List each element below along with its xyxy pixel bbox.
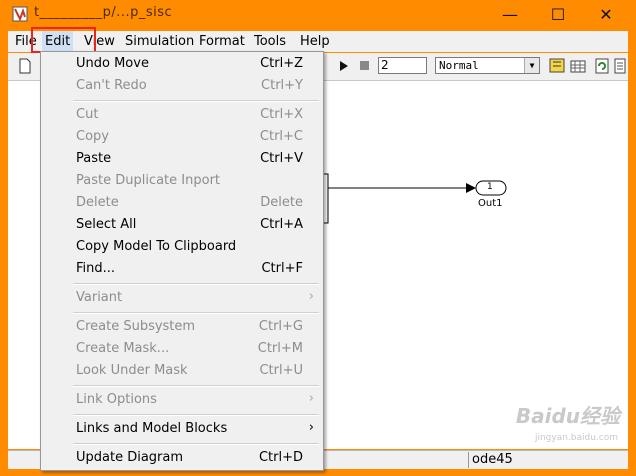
solver-status: ode45 [468,452,513,468]
menu-item-label: Can't Redo [76,78,147,93]
menu-item-shortcut: Ctrl+M [257,341,303,356]
menu-item-cut[interactable]: Cut Ctrl+X [41,104,323,126]
menu-item-links-and-model-blocks[interactable]: Links and Model Blocks › [41,418,323,440]
menu-separator [73,100,319,102]
menu-item-label: Delete [76,195,119,210]
menu-item-cant-redo[interactable]: Can't Redo Ctrl+Y [41,75,323,97]
menu-format[interactable]: Format [199,31,245,52]
menu-item-shortcut: Ctrl+X [260,107,303,122]
chevron-right-icon: › [308,391,314,406]
menu-item-shortcut: Ctrl+G [258,319,303,334]
menu-item-select-all[interactable]: Select All Ctrl+A [41,214,323,236]
menu-item-label: Variant [76,290,123,305]
refresh-icon[interactable] [595,57,609,75]
menu-tools[interactable]: Tools [254,31,286,52]
menu-item-variant[interactable]: Variant › [41,287,323,309]
play-icon[interactable] [339,60,349,72]
minimize-button[interactable]: — [495,4,525,26]
menu-item-shortcut: Ctrl+A [260,217,303,232]
debug-icon[interactable] [614,57,626,75]
menu-item-undo-move[interactable]: Undo Move Ctrl+Z [41,53,323,75]
menu-item-shortcut: Ctrl+F [261,261,303,276]
menu-separator [73,414,319,416]
close-button[interactable]: ✕ [591,4,621,26]
menu-item-shortcut: Ctrl+Z [260,56,303,71]
menu-separator [73,283,319,285]
simulink-app-icon [12,6,28,22]
chevron-right-icon: › [308,420,314,435]
menu-item-shortcut: Ctrl+U [259,363,303,378]
menu-item-paste[interactable]: Paste Ctrl+V [41,148,323,170]
menu-item-label: Select All [76,217,137,232]
outport-number: 1 [487,182,493,192]
watermark-logo: Baidu经验 [515,404,620,428]
menu-item-shortcut: Delete [260,195,303,210]
outport-label: Out1 [478,198,503,209]
menu-bar: File Edit View Simulation Format Tools H… [8,31,628,52]
menu-item-copy-model-to-clipboard[interactable]: Copy Model To Clipboard [41,236,323,258]
maximize-button[interactable]: ☐ [543,4,573,26]
menu-help[interactable]: Help [300,31,330,52]
menu-item-label: Undo Move [76,56,149,71]
window-title: t_________p/...p_sisc [34,5,173,20]
menu-item-label: Update Diagram [76,450,184,465]
menu-item-shortcut: Ctrl+C [259,129,303,144]
edit-menu-dropdown: Undo Move Ctrl+Z Can't Redo Ctrl+Y Cut C… [40,51,324,471]
menu-item-label: Create Subsystem [76,319,196,334]
new-model-icon[interactable] [18,58,32,74]
watermark-url: jingyan.baidu.com [534,433,618,443]
menu-item-label: Create Mask... [76,341,170,356]
menu-item-label: Paste [76,151,112,166]
menu-item-paste-duplicate-inport[interactable]: Paste Duplicate Inport [41,170,323,192]
chevron-right-icon: › [308,289,314,304]
menu-item-label: Copy Model To Clipboard [76,239,237,254]
menu-item-shortcut: Ctrl+Y [261,78,303,93]
menu-item-look-under-mask[interactable]: Look Under Mask Ctrl+U [41,360,323,382]
highlight-annotation [31,27,96,53]
menu-item-label: Link Options [76,392,157,407]
simulation-mode-select[interactable]: Normal ▼ [435,57,540,74]
stop-time-input[interactable]: 2 [378,57,427,74]
menu-item-label: Cut [76,107,99,122]
menu-item-link-options[interactable]: Link Options › [41,389,323,411]
menu-separator [73,443,319,445]
model-explorer-icon[interactable] [570,57,586,75]
menu-item-label: Look Under Mask [76,363,188,378]
menu-item-label: Copy [76,129,109,144]
menu-item-create-subsystem[interactable]: Create Subsystem Ctrl+G [41,316,323,338]
menu-item-label: Paste Duplicate Inport [76,173,221,188]
signal-arrow [466,183,476,193]
library-browser-icon[interactable] [549,57,565,75]
menu-simulation[interactable]: Simulation [125,31,194,52]
simulation-mode-value: Normal [439,59,479,72]
menu-item-update-diagram[interactable]: Update Diagram Ctrl+D [41,447,323,469]
menu-item-create-mask[interactable]: Create Mask... Ctrl+M [41,338,323,360]
menu-item-label: Links and Model Blocks [76,421,228,436]
menu-separator [73,312,319,314]
menu-item-shortcut: Ctrl+V [260,151,303,166]
menu-item-shortcut: Ctrl+D [258,450,303,465]
chevron-down-icon: ▼ [524,58,539,73]
menu-item-find[interactable]: Find... Ctrl+F [41,258,323,280]
stop-icon[interactable] [360,61,369,70]
menu-item-label: Find... [76,261,116,276]
menu-item-delete[interactable]: Delete Delete [41,192,323,214]
menu-item-copy[interactable]: Copy Ctrl+C [41,126,323,148]
menu-separator [73,385,319,387]
